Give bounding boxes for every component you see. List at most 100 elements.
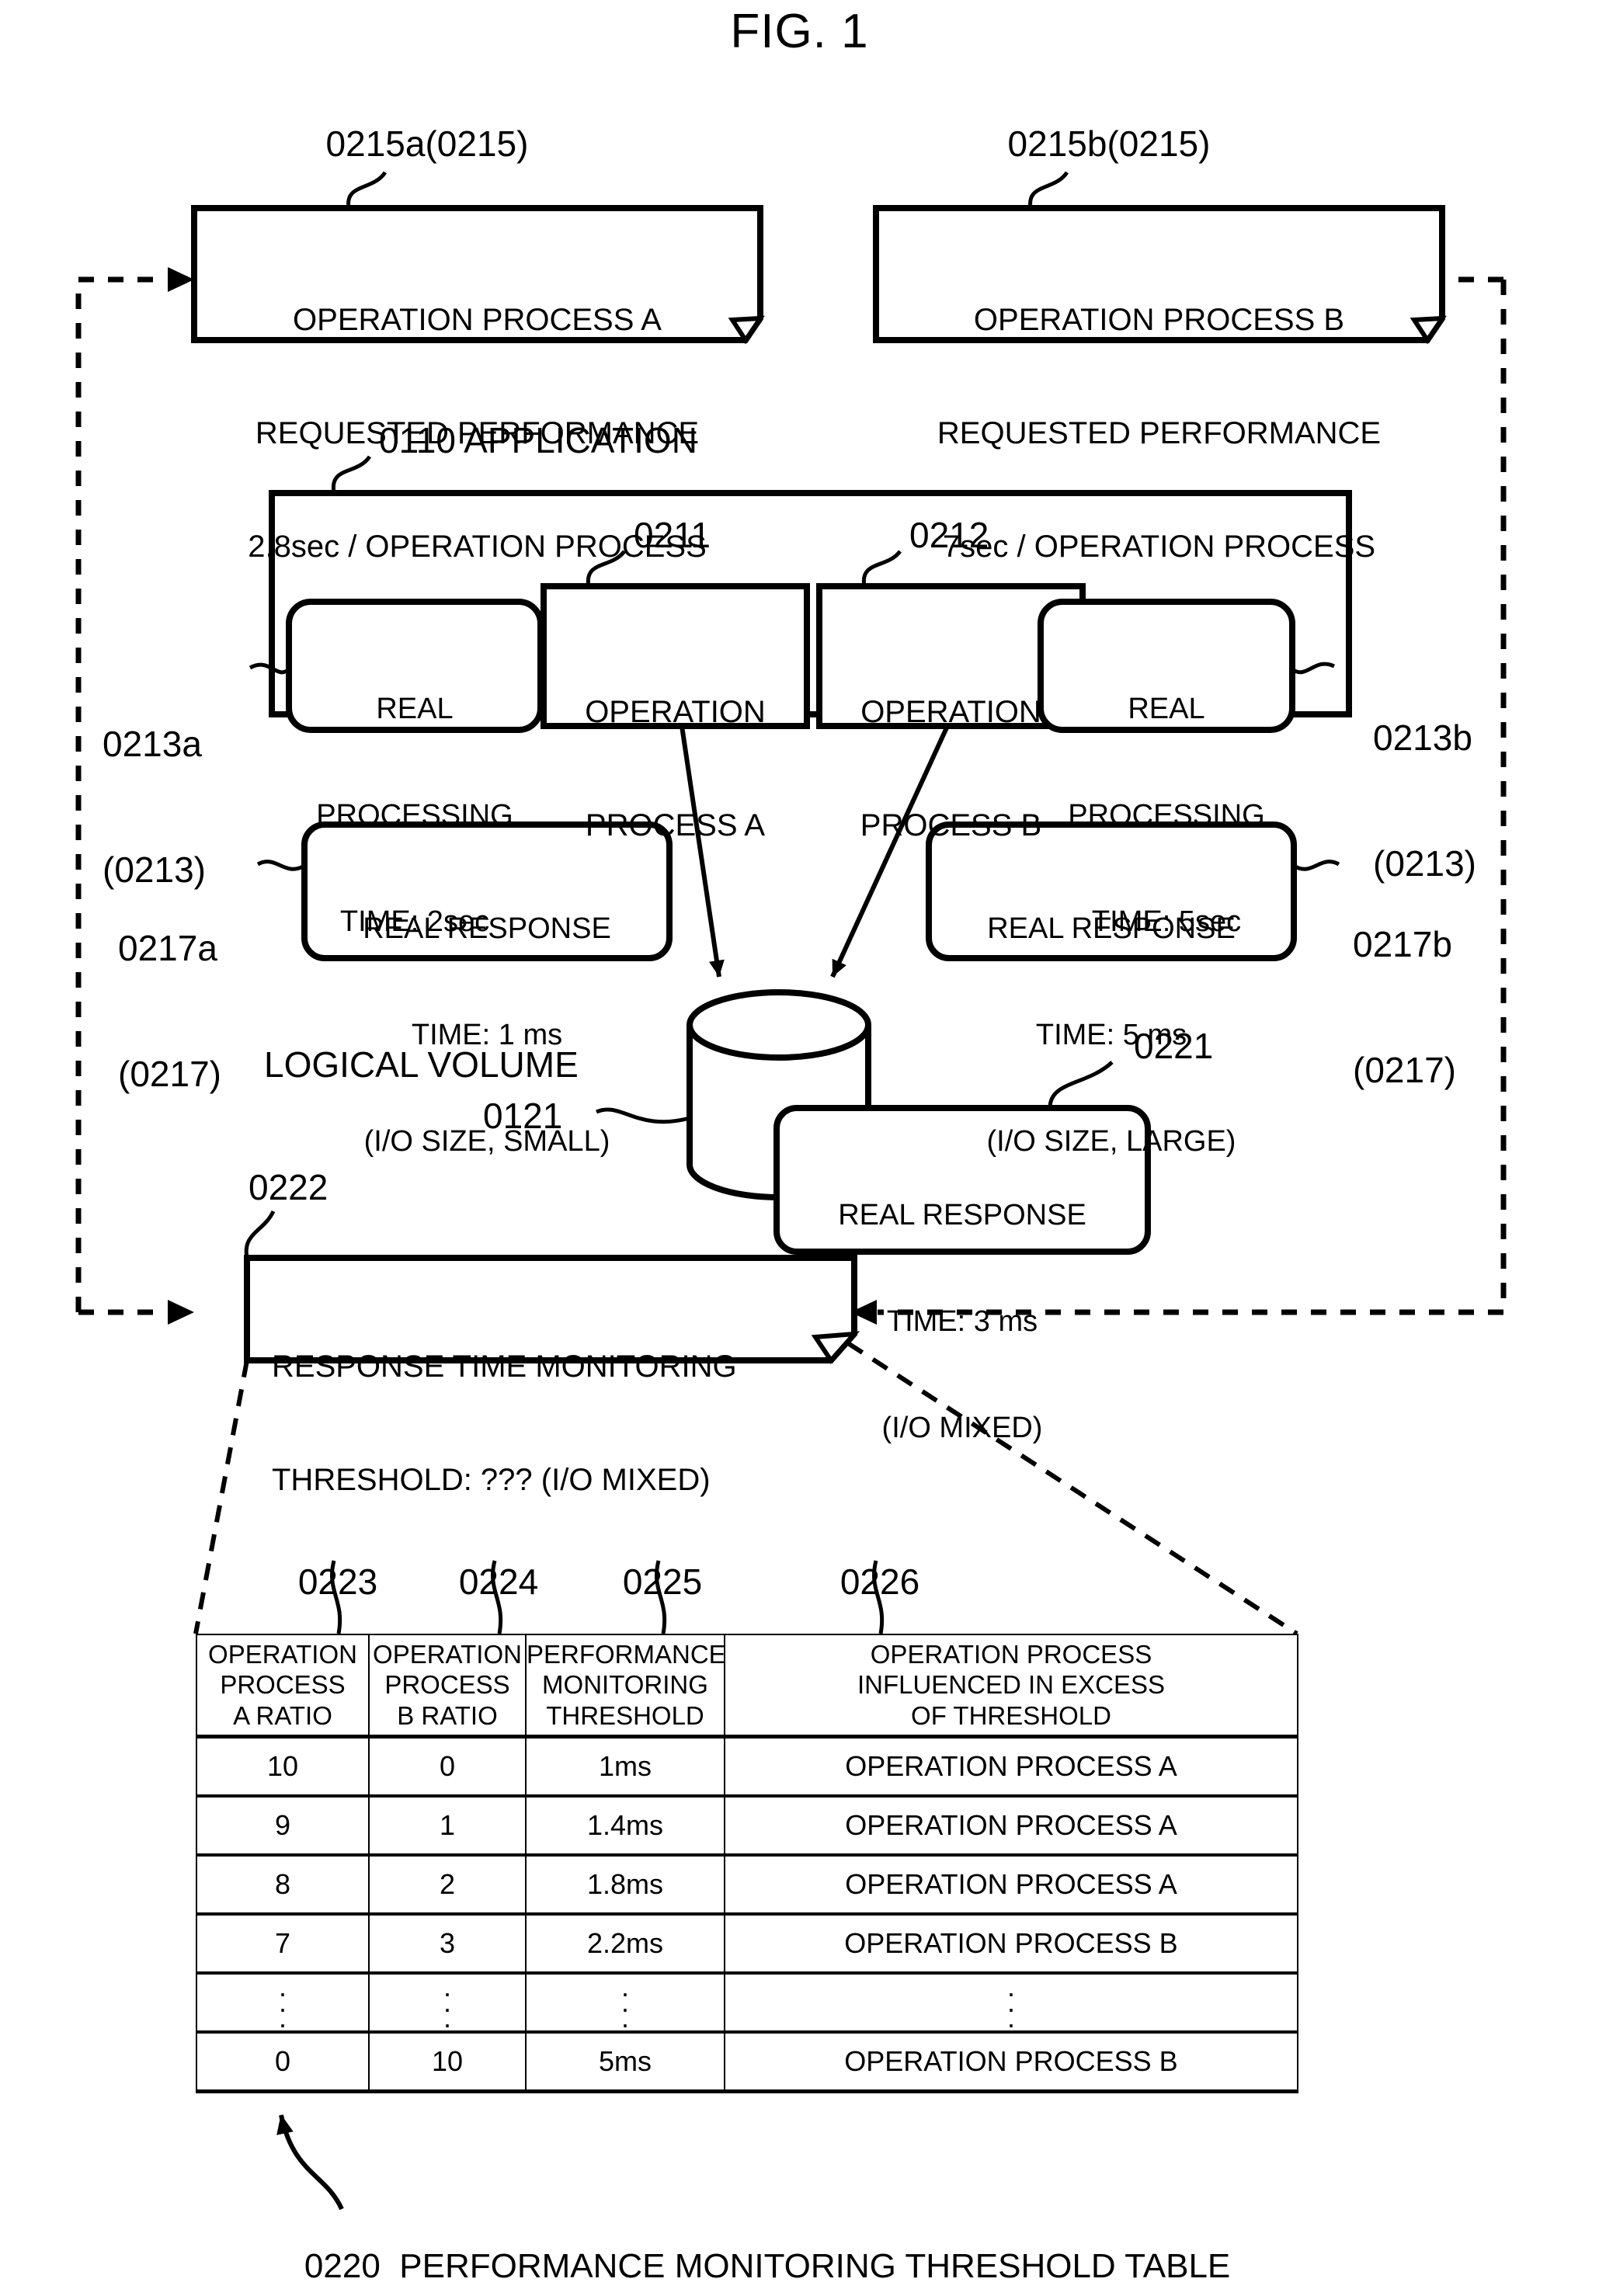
ref-0222: 0222 — [249, 1167, 328, 1207]
table-cell: 1ms — [525, 1735, 725, 1797]
real-response-time-a-text: REAL RESPONSE TIME: 1 ms (I/O SIZE, SMAL… — [304, 841, 669, 1231]
column-header-line: B RATIO — [397, 1700, 498, 1730]
column-header-line: PROCESS — [220, 1670, 346, 1700]
ref-0217b-line2: (0217) — [1353, 1050, 1456, 1091]
requested-performance-b-line2: REQUESTED PERFORMANCE — [937, 415, 1382, 450]
table-cell: 1.8ms — [525, 1853, 725, 1915]
table-cell: 9 — [196, 1794, 370, 1856]
monitoring-threshold-note-line2: THRESHOLD: ??? (I/O MIXED) — [272, 1462, 711, 1497]
real-response-time-b-line2: TIME: 5 ms — [1035, 1018, 1187, 1051]
table-caption-text: PERFORMANCE MONITORING THRESHOLD TABLE — [399, 2247, 1231, 2286]
table-cell: 0 — [196, 2030, 370, 2093]
ref-0217a-line2: (0217) — [118, 1054, 221, 1095]
leader-0217b — [1292, 860, 1340, 871]
real-processing-time-a-line1: REAL — [376, 693, 454, 726]
monitoring-threshold-note-line1: RESPONSE TIME MONITORING — [272, 1349, 737, 1384]
leader-0213b — [1291, 662, 1336, 675]
column-header-line: OPERATION — [208, 1639, 357, 1669]
ref-0225: 0225 — [622, 1561, 703, 1602]
table-cell: 2 — [368, 1853, 527, 1915]
column-header-line: INFLUENCED IN EXCESS — [857, 1670, 1166, 1700]
monitoring-threshold-note-text: RESPONSE TIME MONITORING THRESHOLD: ??? … — [272, 1272, 846, 1575]
table-cell: 7 — [196, 1912, 370, 1974]
column-header-line: MONITORING — [542, 1670, 708, 1700]
column-header-line: OF THRESHOLD — [911, 1700, 1111, 1730]
table-cell: 2.2ms — [525, 1912, 725, 1974]
ref-0121: 0121 — [483, 1096, 563, 1136]
real-processing-time-a-line2: PROCESSING — [316, 798, 513, 832]
performance-monitoring-threshold-table: OPERATION PROCESS A RATIO OPERATION PROCESS… — [196, 1634, 1298, 2093]
table-cell: OPERATION PROCESS B — [724, 1912, 1298, 1974]
table-cell-ellipsis: ... — [724, 1971, 1298, 2033]
column-header-performance-monitoring-threshold: PERFORMANCE MONITORING THRESHOLD — [525, 1634, 726, 1738]
ref-0215a: 0215a(0215) — [325, 123, 529, 164]
column-header-operation-process-a-ratio: OPERATION PROCESS A RATIO — [196, 1634, 370, 1738]
ref-0217b: 0217b (0217) — [1353, 839, 1456, 1176]
ref-0217a: 0217a (0217) — [118, 842, 221, 1179]
real-response-mixed-line1: REAL RESPONSE — [838, 1199, 1086, 1232]
logical-volume-label: LOGICAL VOLUME — [264, 1044, 579, 1085]
table-row: ............ — [196, 1971, 1298, 2033]
leader-0215b — [1028, 171, 1069, 209]
requested-performance-b-line1: OPERATION PROCESS B — [973, 302, 1345, 337]
real-processing-time-b-line2: PROCESSING — [1068, 798, 1265, 832]
table-cell: OPERATION PROCESS A — [724, 1794, 1298, 1856]
column-header-operation-process-b-ratio: OPERATION PROCESS B RATIO — [368, 1634, 527, 1738]
table-cell-ellipsis: ... — [196, 1971, 370, 2033]
ref-0110-application: 0110 APPLICATION — [379, 420, 697, 460]
column-header-line: PROCESS — [384, 1670, 510, 1700]
ref-0217a-line1: 0217a — [118, 927, 217, 968]
table-row: 9 1 1.4ms OPERATION PROCESS A — [196, 1794, 1298, 1856]
requested-performance-b-text: OPERATION PROCESS B REQUESTED PERFORMANC… — [876, 225, 1442, 642]
table-cell-ellipsis: ... — [368, 1971, 527, 2033]
table-cell: 8 — [196, 1853, 370, 1915]
ref-0224: 0224 — [458, 1561, 539, 1602]
column-header-line: OPERATION PROCESS — [870, 1639, 1152, 1669]
column-header-line: THRESHOLD — [546, 1700, 704, 1730]
leader-0215a — [346, 171, 388, 209]
column-header-operation-process-influenced: OPERATION PROCESS INFLUENCED IN EXCESS OF … — [724, 1634, 1298, 1738]
table-row: 8 2 1.8ms OPERATION PROCESS A — [196, 1853, 1298, 1915]
ref-0226: 0226 — [839, 1561, 920, 1602]
table-cell-ellipsis: ... — [525, 1971, 725, 2033]
patent-figure-1: FIG. 1 0215a(0215) OPERATION PROCESS A R… — [0, 0, 1599, 2296]
table-cell: 1 — [368, 1794, 527, 1856]
table-cell: 0 — [368, 1735, 527, 1797]
caption-leader-arrow — [276, 2114, 344, 2211]
table-caption: 0220 PERFORMANCE MONITORING THRESHOLD TA… — [266, 2209, 1230, 2296]
table-cell: OPERATION PROCESS A — [724, 1853, 1298, 1915]
real-response-time-a-line1: REAL RESPONSE — [363, 912, 611, 946]
requested-performance-a-line1: OPERATION PROCESS A — [293, 302, 662, 337]
table-caption-ref: 0220 — [304, 2247, 381, 2286]
table-cell: 3 — [368, 1912, 527, 1974]
table-body: 10 0 1ms OPERATION PROCESS A 9 1 1.4ms OPERATIO… — [196, 1735, 1298, 2093]
table-cell: 1.4ms — [525, 1794, 725, 1856]
ref-0213b-line1: 0213b — [1373, 717, 1472, 758]
ref-0221: 0221 — [1134, 1026, 1214, 1066]
operation-process-a-line2: PROCESS A — [585, 808, 766, 842]
ref-0217b-line1: 0217b — [1353, 923, 1452, 964]
table-cell: 10 — [196, 1735, 370, 1797]
figure-title: FIG. 1 — [730, 5, 869, 58]
operation-process-a-line1: OPERATION — [585, 694, 766, 729]
table-cell: OPERATION PROCESS B — [724, 2030, 1298, 2093]
table-cell: OPERATION PROCESS A — [724, 1735, 1298, 1797]
ref-0211: 0211 — [634, 515, 711, 555]
column-header-line: OPERATION — [373, 1639, 522, 1669]
table-cell: 10 — [368, 2030, 527, 2093]
column-header-line: PERFORMANCE — [527, 1639, 726, 1669]
column-header-line: A RATIO — [233, 1700, 332, 1730]
real-processing-time-b-line1: REAL — [1128, 693, 1205, 726]
ref-0215b: 0215b(0215) — [1007, 123, 1211, 164]
table-header-row: OPERATION PROCESS A RATIO OPERATION PROCESS… — [196, 1634, 1298, 1738]
ref-0213a-line1: 0213a — [103, 723, 202, 764]
table-row: 10 0 1ms OPERATION PROCESS A — [196, 1735, 1298, 1797]
ref-0223: 0223 — [297, 1561, 378, 1602]
table-row: 7 3 2.2ms OPERATION PROCESS B — [196, 1912, 1298, 1974]
table-row: 0 10 5ms OPERATION PROCESS B — [196, 2030, 1298, 2093]
table-cell: 5ms — [525, 2030, 725, 2093]
leader-0213a — [249, 662, 290, 675]
ref-0212: 0212 — [909, 515, 989, 555]
leader-0222 — [244, 1210, 276, 1259]
real-response-time-b-line1: REAL RESPONSE — [987, 912, 1236, 946]
